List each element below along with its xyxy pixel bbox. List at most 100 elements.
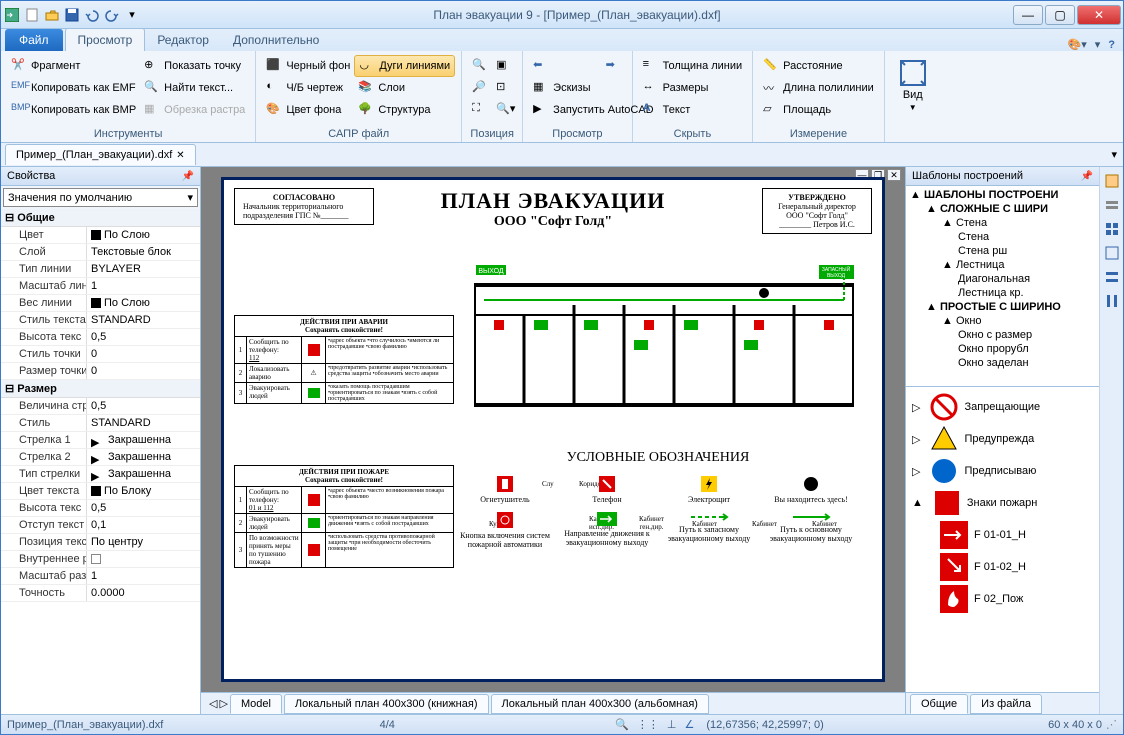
tab-extra[interactable]: Дополнительно — [221, 29, 331, 51]
sign-f02[interactable]: F 02_Пож — [910, 583, 1095, 615]
sign-prohibit[interactable]: ▷Запрещающие — [910, 391, 1095, 423]
tree-stair-1[interactable]: Диагональная — [908, 272, 1097, 286]
next-button[interactable]: ➡ — [602, 55, 626, 77]
bg-color-button[interactable]: 🎨Цвет фона — [262, 99, 354, 121]
sign-f0102[interactable]: F 01-02_Н — [910, 551, 1095, 583]
status-resize-icon[interactable]: ⋰ — [1106, 718, 1117, 731]
tabs-dropdown-icon[interactable]: ▾ — [1111, 148, 1117, 161]
chevron-down-icon[interactable]: ▾ — [1095, 38, 1101, 51]
property-row[interactable]: Тип стрелки▶Закрашенна — [1, 466, 200, 483]
tree-stair[interactable]: ▲ Лестница — [908, 258, 1097, 272]
tree-cat-simple[interactable]: ▲ ПРОСТЫЕ С ШИРИНО — [908, 300, 1097, 314]
tree-window[interactable]: ▲ Окно — [908, 314, 1097, 328]
view-big-button[interactable]: Вид ▼ — [891, 55, 935, 116]
rt-btn-3[interactable] — [1102, 219, 1122, 239]
tree-wall-2[interactable]: Стена рш — [908, 244, 1097, 258]
right-tab-fromfile[interactable]: Из файла — [970, 694, 1042, 714]
model-tab[interactable]: Model — [230, 694, 282, 714]
category-common[interactable]: ⊟ Общие — [1, 209, 200, 227]
line-thick-button[interactable]: ≡Толщина линии — [639, 55, 747, 77]
file-tab[interactable]: Файл — [5, 29, 63, 51]
tree-win-3[interactable]: Окно заделан — [908, 356, 1097, 370]
tab-view[interactable]: Просмотр — [65, 28, 146, 51]
mdi-close-icon[interactable]: ✕ — [887, 169, 901, 181]
tree-root[interactable]: ▲ ШАБЛОНЫ ПОСТРОЕНИ — [908, 188, 1097, 202]
doctab-close-icon[interactable]: ✕ — [176, 150, 184, 161]
property-row[interactable]: Внутреннее р — [1, 551, 200, 568]
property-row[interactable]: СлойТекстовые блок — [1, 244, 200, 261]
maximize-button[interactable]: ▢ — [1045, 5, 1075, 25]
zoom-in-button[interactable]: 🔍 — [468, 55, 492, 77]
qat-exit-icon[interactable] — [3, 6, 21, 24]
rt-btn-1[interactable] — [1102, 171, 1122, 191]
status-icon-2[interactable]: ⋮⋮ — [637, 718, 659, 731]
category-size[interactable]: ⊟ Размер — [1, 380, 200, 398]
copy-emf-button[interactable]: EMFКопировать как EMF — [7, 77, 140, 99]
polylen-button[interactable]: 〰Длина полилинии — [759, 77, 878, 99]
property-row[interactable]: Позиция тексПо центру — [1, 534, 200, 551]
property-row[interactable]: Стрелка 2▶Закрашенна — [1, 449, 200, 466]
tree-wall[interactable]: ▲ Стена — [908, 216, 1097, 230]
property-row[interactable]: Масштаб раз1 — [1, 568, 200, 585]
dimensions-button[interactable]: ↔Размеры — [639, 77, 747, 99]
find-text-button[interactable]: 🔍Найти текст... — [140, 77, 249, 99]
layout2-tab[interactable]: Локальный план 400x300 (альбомная) — [491, 694, 709, 714]
property-row[interactable]: Величина стр0,5 — [1, 398, 200, 415]
status-icon-1[interactable]: 🔍 — [615, 718, 629, 731]
bw-draw-button[interactable]: ◐Ч/Б чертеж — [262, 77, 354, 99]
copy-bmp-button[interactable]: BMPКопировать как BMP — [7, 99, 140, 121]
tree-wall-1[interactable]: Стена — [908, 230, 1097, 244]
property-row[interactable]: Высота текс0,5 — [1, 500, 200, 517]
black-bg-button[interactable]: ⬛Черный фон — [262, 55, 354, 77]
templates-tree[interactable]: ▲ ШАБЛОНЫ ПОСТРОЕНИ ▲ СЛОЖНЫЕ С ШИРИ ▲ С… — [906, 186, 1099, 386]
tab-editor[interactable]: Редактор — [145, 29, 221, 51]
zoom-out-button[interactable]: 🔎 — [468, 77, 492, 99]
templates-pin-icon[interactable]: 📌 — [1081, 171, 1093, 182]
distance-button[interactable]: 📏Расстояние — [759, 55, 878, 77]
property-row[interactable]: Цвет текстаПо Блоку — [1, 483, 200, 500]
status-icon-3[interactable]: ⊥ — [667, 718, 677, 731]
zoom-scale-button[interactable]: 🔍▾ — [492, 99, 516, 121]
qat-undo-icon[interactable] — [83, 6, 101, 24]
qat-dropdown-icon[interactable]: ▾ — [123, 6, 141, 24]
defaults-dropdown[interactable]: Значения по умолчанию ▾ — [3, 188, 198, 207]
signs-list[interactable]: ▷Запрещающие ▷Предупрежда ▷Предписываю ▲… — [906, 386, 1099, 692]
sign-f0101[interactable]: F 01-01_Н — [910, 519, 1095, 551]
show-point-button[interactable]: ⊕Показать точку — [140, 55, 249, 77]
tree-win-2[interactable]: Окно прорубл — [908, 342, 1097, 356]
tree-stair-2[interactable]: Лестница кр. — [908, 286, 1097, 300]
sign-warning[interactable]: ▷Предупрежда — [910, 423, 1095, 455]
text-button[interactable]: AТекст — [639, 99, 747, 121]
sign-fire[interactable]: ▲Знаки пожарн — [910, 487, 1095, 519]
help-icon[interactable]: ? — [1108, 39, 1115, 51]
drawing-canvas[interactable]: СОГЛАСОВАНО Начальник территориального п… — [221, 177, 885, 682]
rt-btn-4[interactable] — [1102, 243, 1122, 263]
area-button[interactable]: ▱Площадь — [759, 99, 878, 121]
tab-nav-next-icon[interactable]: ▷ — [219, 697, 227, 710]
sign-prescribe[interactable]: ▷Предписываю — [910, 455, 1095, 487]
structure-button[interactable]: 🌳Структура — [354, 99, 455, 121]
close-button[interactable]: ✕ — [1077, 5, 1121, 25]
style-dropdown-icon[interactable]: 🎨▾ — [1068, 38, 1087, 51]
status-icon-4[interactable]: ∠ — [685, 718, 695, 731]
qat-new-icon[interactable] — [23, 6, 41, 24]
property-row[interactable]: Масштаб лини1 — [1, 278, 200, 295]
property-row[interactable]: СтильSTANDARD — [1, 415, 200, 432]
qat-redo-icon[interactable] — [103, 6, 121, 24]
trim-raster-button[interactable]: ▦Обрезка растра — [140, 99, 249, 121]
property-row[interactable]: ЦветПо Слою — [1, 227, 200, 244]
minimize-button[interactable]: — — [1013, 5, 1043, 25]
zoom-window-button[interactable]: ▣ — [492, 55, 516, 77]
tree-cat-complex[interactable]: ▲ СЛОЖНЫЕ С ШИРИ — [908, 202, 1097, 216]
qat-save-icon[interactable] — [63, 6, 81, 24]
tree-win-1[interactable]: Окно с размер — [908, 328, 1097, 342]
property-row[interactable]: Стиль текстаSTANDARD — [1, 312, 200, 329]
zoom-fit-button[interactable]: ⛶ — [468, 99, 492, 121]
rt-btn-6[interactable] — [1102, 291, 1122, 311]
layout1-tab[interactable]: Локальный план 400x300 (книжная) — [284, 694, 489, 714]
property-row[interactable]: Высота текс0,5 — [1, 329, 200, 346]
property-row[interactable]: Точность0.0000 — [1, 585, 200, 602]
right-tab-common[interactable]: Общие — [910, 694, 968, 714]
rt-btn-2[interactable] — [1102, 195, 1122, 215]
layers-button[interactable]: 📚Слои — [354, 77, 455, 99]
